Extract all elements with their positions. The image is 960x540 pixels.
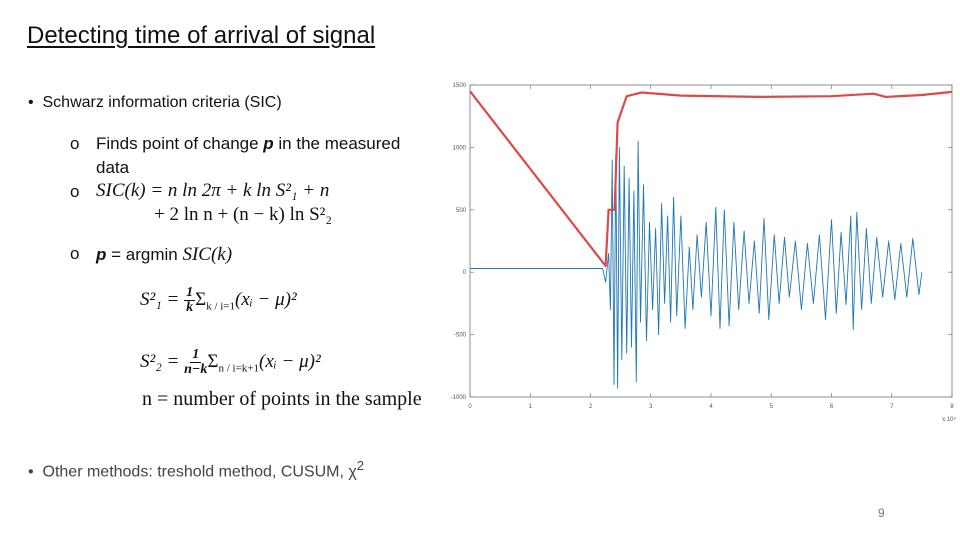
y-tick-label: -500	[454, 333, 467, 339]
numerator: 1	[184, 285, 196, 301]
sic-formula-line2: + 2 ln n + (n − k) ln S²₂	[154, 204, 332, 225]
bullet-other-methods: • Other methods: treshold method, CUSUM,…	[28, 458, 364, 481]
text: = argmin	[106, 245, 183, 264]
bullet-text: Schwarz information criteria (SIC)	[42, 94, 282, 111]
bullet-sic: • Schwarz information criteria (SIC)	[28, 94, 282, 112]
lhs: S²₁ =	[140, 288, 185, 310]
bullet-text: Other methods: treshold method, CUSUM, χ	[42, 463, 357, 481]
sub-bullet-marker: o	[70, 182, 80, 201]
slide: Detecting time of arrival of signal • Sc…	[0, 0, 960, 540]
y-tick-label: 500	[456, 208, 467, 214]
superscript: 2	[356, 458, 365, 473]
y-tick-label: -1000	[451, 395, 467, 401]
x-tick-label: 1	[529, 404, 533, 410]
signal-chart: 0 1 2 3 4 5 6 7 8 -1000 -500 0 500 1000 1500 x 10⁴	[451, 83, 957, 423]
limits: n / i=k+1	[218, 362, 259, 375]
formula-s2: S²₂ = 1 n−k Σn / i=k+1(xᵢ − μ)²	[140, 348, 321, 377]
sum: Σ	[195, 288, 207, 310]
fraction: 1 n−k	[184, 348, 207, 377]
sic-formula-line1: SIC(k) = n ln 2π + k ln S²₁ + n	[96, 180, 330, 201]
finds-line2: data	[96, 158, 130, 177]
sub-bullet-p: o p = argmin SIC(k)	[70, 244, 232, 265]
x-tick-label: 5	[770, 404, 774, 410]
x-tick-label: 0	[468, 404, 472, 410]
bullet-marker: •	[28, 94, 34, 111]
denominator: n−k	[184, 362, 208, 377]
x-multiplier: x 10⁴	[942, 416, 956, 423]
numerator: 1	[190, 347, 202, 363]
var-p: p	[96, 245, 107, 264]
text: Finds point of change	[96, 134, 264, 153]
x-tick-label: 8	[950, 404, 954, 410]
sub-bullet-marker: o	[70, 244, 80, 263]
x-tick-label: 6	[830, 404, 834, 410]
limits: k / i=1	[206, 300, 236, 313]
page-number: 9	[878, 506, 885, 520]
sum: Σ	[207, 350, 219, 372]
y-tick-label: 0	[463, 270, 467, 276]
y-tick-label: 1500	[453, 83, 467, 89]
plot-frame	[469, 84, 953, 398]
formula-s1: S²₁ = 1 k Σk / i=1(xᵢ − μ)²	[140, 286, 297, 315]
tail: (xᵢ − μ)²	[235, 288, 297, 310]
text: in the measured	[273, 134, 401, 153]
bullet-marker: •	[28, 463, 34, 481]
x-tick-label: 7	[890, 404, 894, 410]
sub-bullet-marker: o	[70, 134, 80, 153]
lhs: S²₂ =	[140, 350, 185, 372]
sic-expr: SIC(k)	[182, 244, 233, 265]
tail: (xᵢ − μ)²	[259, 350, 321, 372]
y-tick-label: 1000	[453, 145, 467, 151]
var-p: p	[263, 134, 274, 153]
slide-title: Detecting time of arrival of signal	[27, 22, 376, 49]
sub-bullet-finds: o Finds point of change p in the measure…	[70, 134, 400, 154]
x-tick-label: 4	[709, 404, 713, 410]
x-tick-label: 2	[589, 404, 593, 410]
fraction: 1k	[184, 285, 196, 315]
denominator: k	[186, 300, 194, 315]
n-definition: n = number of points in the sample	[142, 388, 422, 410]
x-tick-label: 3	[649, 404, 653, 410]
